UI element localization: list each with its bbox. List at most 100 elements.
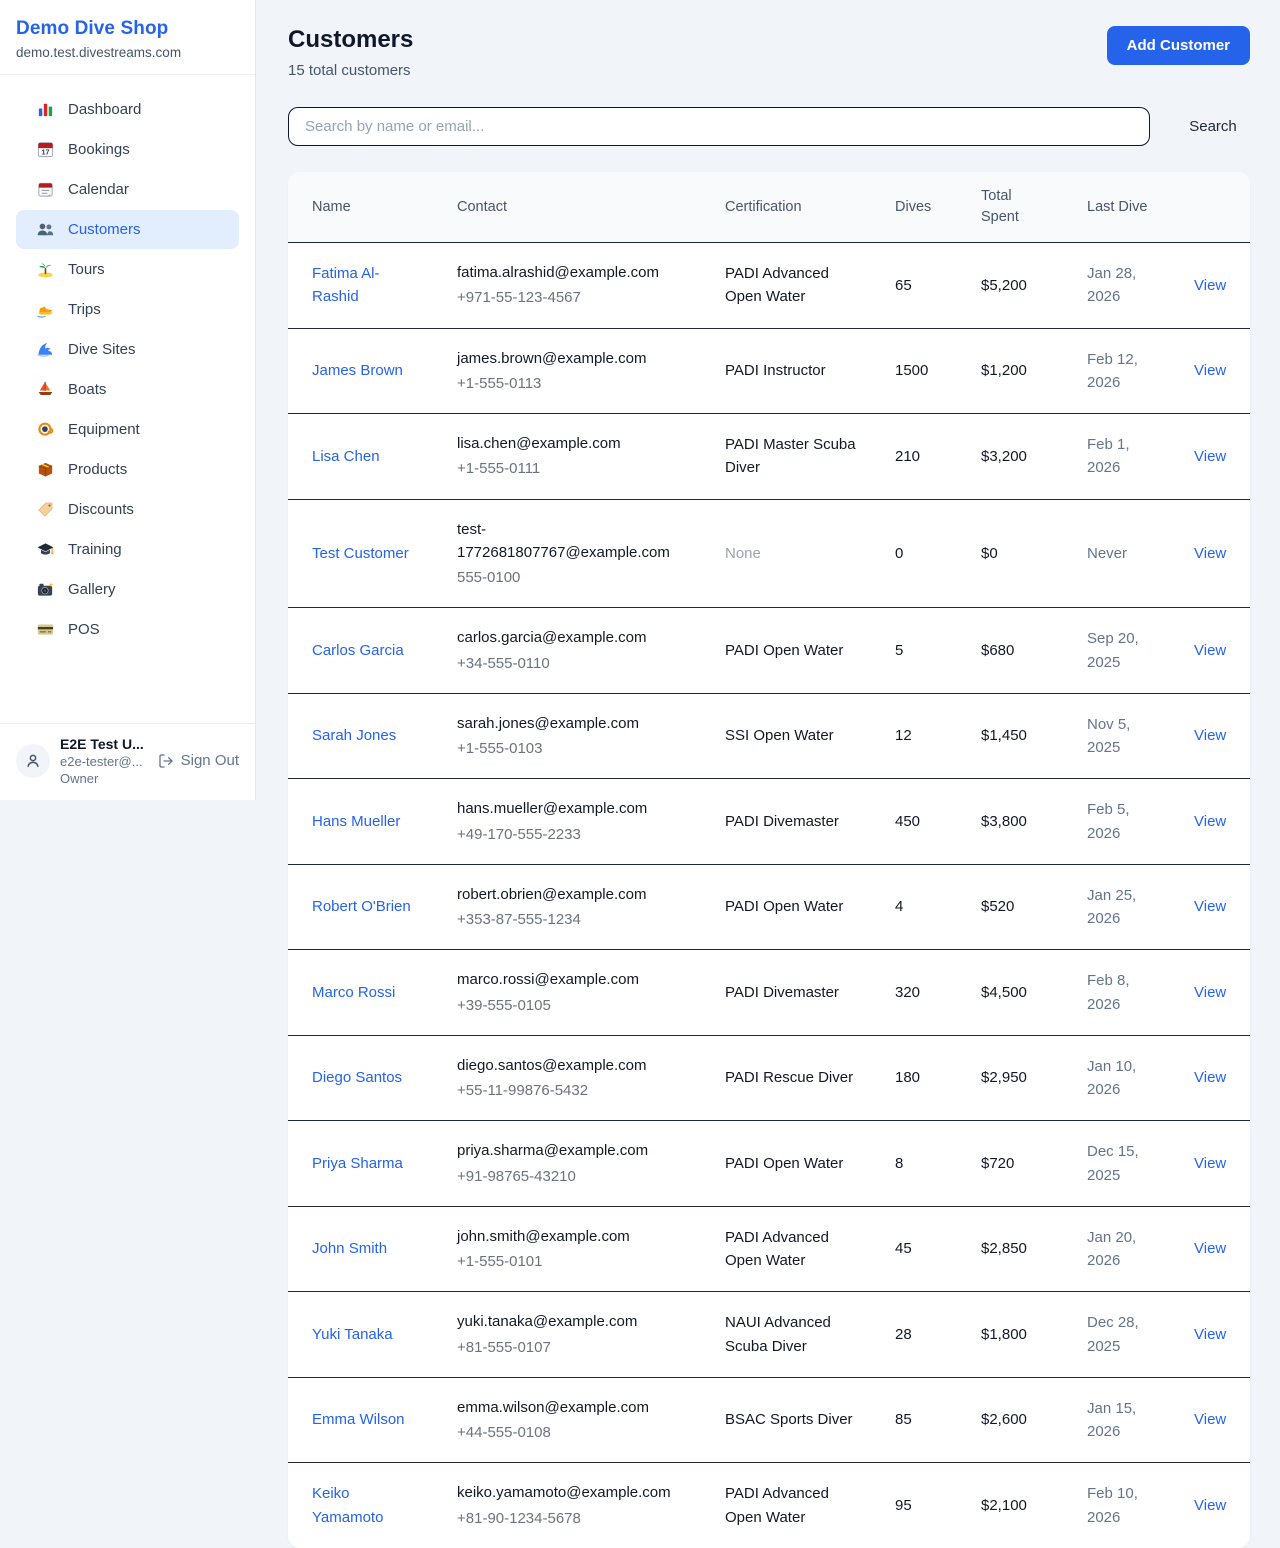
- view-link[interactable]: View: [1194, 1155, 1226, 1172]
- customer-total-spent: $2,950: [957, 1035, 1063, 1121]
- customer-name-link[interactable]: Lisa Chen: [312, 448, 380, 465]
- customers-icon: [36, 220, 55, 239]
- customer-certification: PADI Open Water: [701, 1121, 871, 1207]
- customer-total-spent: $1,200: [957, 328, 1063, 414]
- customer-name-link[interactable]: John Smith: [312, 1240, 387, 1257]
- customer-name-link[interactable]: Robert O'Brien: [312, 898, 411, 915]
- search-button[interactable]: Search: [1150, 118, 1250, 135]
- sidebar-item-equipment[interactable]: Equipment: [16, 410, 239, 449]
- view-link[interactable]: View: [1194, 642, 1226, 659]
- customer-last-dive: Feb 10, 2026: [1063, 1463, 1170, 1548]
- customer-total-spent: $2,600: [957, 1377, 1063, 1463]
- customer-certification: PADI Rescue Diver: [701, 1035, 871, 1121]
- user-role: Owner: [60, 771, 148, 786]
- customer-name-link[interactable]: Carlos Garcia: [312, 642, 404, 659]
- sidebar-item-label: Customers: [68, 221, 141, 238]
- column-header-total-spent: Total Spent: [957, 172, 1063, 243]
- customer-total-spent: $1,800: [957, 1292, 1063, 1378]
- sidebar-item-gallery[interactable]: Gallery: [16, 570, 239, 609]
- sidebar-item-customers[interactable]: Customers: [16, 210, 239, 249]
- add-customer-button[interactable]: Add Customer: [1107, 26, 1250, 65]
- view-link[interactable]: View: [1194, 1069, 1226, 1086]
- sidebar-item-products[interactable]: Products: [16, 450, 239, 489]
- customer-total-spent: $1,450: [957, 693, 1063, 779]
- table-row: Test Customer test-1772681807767@example…: [288, 499, 1250, 608]
- sidebar-item-label: Calendar: [68, 181, 129, 198]
- customer-dives: 210: [871, 414, 957, 500]
- customer-certification: BSAC Sports Diver: [701, 1377, 871, 1463]
- customer-name-link[interactable]: Keiko Yamamoto: [312, 1485, 383, 1525]
- sidebar-item-dive-sites[interactable]: Dive Sites: [16, 330, 239, 369]
- customer-certification: PADI Master Scuba Diver: [701, 414, 871, 500]
- sidebar-item-boats[interactable]: Boats: [16, 370, 239, 409]
- sidebar: Demo Dive Shop demo.test.divestreams.com…: [0, 0, 256, 800]
- sidebar-item-dashboard[interactable]: Dashboard: [16, 90, 239, 129]
- customer-name-link[interactable]: Diego Santos: [312, 1069, 402, 1086]
- customer-name-link[interactable]: Priya Sharma: [312, 1155, 403, 1172]
- view-link[interactable]: View: [1194, 1240, 1226, 1257]
- view-link[interactable]: View: [1194, 1411, 1226, 1428]
- search-input[interactable]: [288, 107, 1150, 146]
- sidebar-item-training[interactable]: Training: [16, 530, 239, 569]
- sidebar-item-pos[interactable]: POS: [16, 610, 239, 649]
- view-link[interactable]: View: [1194, 277, 1226, 294]
- boats-icon: [36, 380, 55, 399]
- customer-name-link[interactable]: Fatima Al-Rashid: [312, 265, 380, 305]
- view-link[interactable]: View: [1194, 545, 1226, 562]
- page-title: Customers: [288, 26, 413, 54]
- customer-name-link[interactable]: Hans Mueller: [312, 813, 400, 830]
- table-row: Keiko Yamamoto keiko.yamamoto@example.co…: [288, 1463, 1250, 1548]
- view-link[interactable]: View: [1194, 1497, 1226, 1514]
- customer-name-link[interactable]: Marco Rossi: [312, 984, 395, 1001]
- sidebar-item-tours[interactable]: Tours: [16, 250, 239, 289]
- customers-table-card: Name Contact Certification Dives Total S…: [288, 172, 1250, 1548]
- customer-phone: +81-90-1234-5678: [457, 1507, 691, 1530]
- view-link[interactable]: View: [1194, 898, 1226, 915]
- customer-certification: PADI Open Water: [701, 608, 871, 694]
- sidebar-item-label: Boats: [68, 381, 106, 398]
- sidebar-item-label: Training: [68, 541, 122, 558]
- user-email: e2e-tester@...: [60, 754, 148, 769]
- view-link[interactable]: View: [1194, 1326, 1226, 1343]
- customer-dives: 5: [871, 608, 957, 694]
- customer-phone: 555-0100: [457, 566, 691, 589]
- customer-total-spent: $520: [957, 864, 1063, 950]
- customer-email: fatima.alrashid@example.com: [457, 261, 691, 284]
- view-link[interactable]: View: [1194, 984, 1226, 1001]
- customer-email: james.brown@example.com: [457, 347, 691, 370]
- customer-certification: PADI Divemaster: [701, 950, 871, 1036]
- pos-icon: [36, 620, 55, 639]
- sidebar-item-discounts[interactable]: Discounts: [16, 490, 239, 529]
- customer-name-link[interactable]: Yuki Tanaka: [312, 1326, 393, 1343]
- customer-phone: +34-555-0110: [457, 652, 691, 675]
- customer-dives: 12: [871, 693, 957, 779]
- table-row: Priya Sharma priya.sharma@example.com +9…: [288, 1121, 1250, 1207]
- customer-name-link[interactable]: Test Customer: [312, 545, 409, 562]
- customer-email: john.smith@example.com: [457, 1225, 691, 1248]
- sidebar-item-trips[interactable]: Trips: [16, 290, 239, 329]
- table-row: Carlos Garcia carlos.garcia@example.com …: [288, 608, 1250, 694]
- sidebar-item-calendar[interactable]: Calendar: [16, 170, 239, 209]
- column-header-certification: Certification: [701, 172, 871, 243]
- customer-phone: +353-87-555-1234: [457, 908, 691, 931]
- customer-name-link[interactable]: Sarah Jones: [312, 727, 396, 744]
- customer-email: sarah.jones@example.com: [457, 712, 691, 735]
- sidebar-item-bookings[interactable]: 17 Bookings: [16, 130, 239, 169]
- view-link[interactable]: View: [1194, 727, 1226, 744]
- table-row: Diego Santos diego.santos@example.com +5…: [288, 1035, 1250, 1121]
- view-link[interactable]: View: [1194, 362, 1226, 379]
- customer-name-link[interactable]: James Brown: [312, 362, 403, 379]
- discounts-icon: [36, 500, 55, 519]
- column-header-contact: Contact: [433, 172, 701, 243]
- customer-last-dive: Never: [1063, 499, 1170, 608]
- customer-name-link[interactable]: Emma Wilson: [312, 1411, 405, 1428]
- view-link[interactable]: View: [1194, 448, 1226, 465]
- sign-out-button[interactable]: Sign Out: [158, 752, 239, 769]
- customer-dives: 1500: [871, 328, 957, 414]
- customer-dives: 65: [871, 243, 957, 329]
- customer-last-dive: Jan 10, 2026: [1063, 1035, 1170, 1121]
- user-icon: [24, 752, 42, 770]
- customer-dives: 180: [871, 1035, 957, 1121]
- view-link[interactable]: View: [1194, 813, 1226, 830]
- customer-total-spent: $2,850: [957, 1206, 1063, 1292]
